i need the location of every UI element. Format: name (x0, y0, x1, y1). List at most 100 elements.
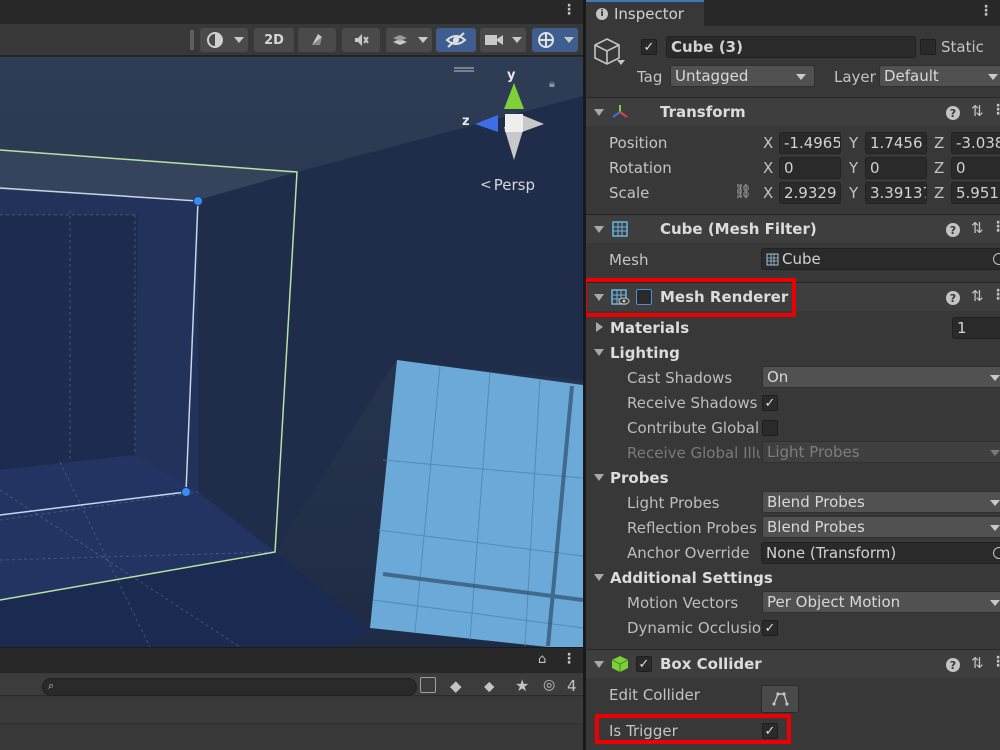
position-x-field[interactable]: -1.4965 (779, 132, 841, 154)
more-options-icon[interactable]: ⋮ (562, 2, 576, 18)
anchor-override-field[interactable]: None (Transform) (761, 542, 1000, 564)
scene-viewport[interactable]: 🔒︎ y z < Persp (0, 57, 583, 647)
object-picker-icon[interactable] (993, 253, 1000, 265)
light-probes-dropdown[interactable]: Blend Probes (762, 491, 1000, 513)
scene-visibility-button[interactable] (436, 28, 476, 52)
transform-icon (612, 105, 628, 118)
audio-toggle-button[interactable] (342, 28, 380, 52)
object-picker-icon[interactable] (993, 547, 1000, 559)
object-name-field[interactable]: Cube (3) (666, 36, 916, 58)
motion-vectors-label: Motion Vectors (627, 594, 739, 612)
effects-toggle-button[interactable] (386, 28, 414, 52)
presets-icon[interactable]: ⇅ (971, 287, 984, 305)
lighting-label[interactable]: Lighting (610, 344, 680, 362)
scene-view-panel: ⋮ 2D 🔒︎ y z < Persp ⌂ ⋮ ⌕ ◆ ⬥ ★ ◎ 4 (0, 0, 583, 750)
additional-settings-label[interactable]: Additional Settings (610, 569, 773, 587)
rotation-x-label[interactable]: X (763, 159, 773, 177)
mesh-object-field[interactable]: Cube (761, 248, 1000, 270)
transform-foldout-icon[interactable] (594, 109, 604, 116)
transform-header[interactable]: Transform ? ⇅ ⋮ (586, 97, 1000, 126)
more-options-icon[interactable]: ⋮ (991, 287, 1000, 303)
filter-by-label-icon[interactable]: ⬥ (484, 677, 495, 695)
materials-foldout-icon[interactable] (596, 322, 603, 332)
tab-inspector[interactable]: i Inspector (586, 0, 704, 26)
more-options-icon[interactable]: ⋮ (991, 102, 1000, 118)
search-input[interactable]: ⌕ (42, 678, 417, 696)
more-options-icon[interactable]: ⋮ (991, 654, 1000, 670)
rotation-z-label[interactable]: Z (934, 159, 944, 177)
rotation-x-field[interactable]: 0 (779, 157, 841, 179)
rotation-y-field[interactable]: 0 (865, 157, 927, 179)
scale-z-label[interactable]: Z (934, 184, 944, 202)
more-options-icon[interactable]: ⋮ (979, 3, 993, 19)
lighting-toggle-button[interactable] (298, 28, 336, 52)
mesh-filter-header[interactable]: Cube (Mesh Filter) ? ⇅ ⋮ (586, 214, 1000, 243)
scale-y-field[interactable]: 3.39137 (865, 182, 927, 204)
draw-mode-dropdown[interactable] (230, 28, 248, 52)
presets-icon[interactable]: ⇅ (971, 102, 984, 120)
gizmo-z-label: z (462, 114, 470, 129)
scale-x-label[interactable]: X (763, 184, 773, 202)
draw-mode-button[interactable] (200, 28, 230, 52)
perspective-toggle[interactable]: < Persp (480, 176, 535, 194)
list-item[interactable] (0, 700, 583, 724)
more-options-icon[interactable]: ⋮ (991, 219, 1000, 235)
additional-settings-foldout-icon[interactable] (594, 574, 604, 581)
help-icon[interactable]: ? (946, 223, 960, 237)
camera-icon (485, 35, 503, 45)
camera-button[interactable] (480, 28, 508, 52)
search-by-type-icon[interactable] (420, 677, 436, 693)
receive-shadows-checkbox[interactable]: ✓ (762, 395, 778, 411)
mesh-filter-foldout-icon[interactable] (594, 226, 604, 233)
camera-dropdown[interactable] (508, 28, 526, 52)
materials-count-field[interactable]: 1 (952, 317, 1000, 339)
tag-dropdown[interactable]: Untagged (670, 65, 815, 87)
more-options-icon[interactable]: ⋮ (562, 651, 576, 667)
constrain-proportions-link-icon[interactable]: ⛓ (734, 184, 752, 200)
box-collider-enabled-checkbox[interactable]: ✓ (636, 656, 652, 672)
dynamic-occlusion-checkbox[interactable]: ✓ (762, 620, 778, 636)
probes-label[interactable]: Probes (610, 469, 669, 487)
lock-icon[interactable]: ⌂ (538, 652, 546, 667)
box-collider-foldout-icon[interactable] (594, 661, 604, 668)
toggle-2d-button[interactable]: 2D (254, 28, 294, 52)
position-z-label[interactable]: Z (934, 134, 944, 152)
position-x-label[interactable]: X (763, 134, 773, 152)
help-icon[interactable]: ? (946, 658, 960, 672)
contribute-gi-checkbox[interactable] (762, 420, 778, 436)
help-icon[interactable]: ? (946, 291, 960, 305)
scale-z-field[interactable]: 5.9510 (951, 182, 1000, 204)
motion-vectors-dropdown[interactable]: Per Object Motion (762, 591, 1000, 613)
favorites-star-icon[interactable]: ★ (515, 676, 529, 695)
object-active-checkbox[interactable]: ✓ (641, 39, 657, 55)
cast-shadows-dropdown[interactable]: On (762, 366, 1000, 388)
reflection-probes-dropdown[interactable]: Blend Probes (762, 516, 1000, 538)
position-y-field[interactable]: 1.7456 (865, 132, 927, 154)
static-checkbox[interactable] (920, 39, 936, 55)
scale-x-field[interactable]: 2.9329 (779, 182, 841, 204)
materials-label[interactable]: Materials (610, 319, 689, 337)
presets-icon[interactable]: ⇅ (971, 219, 984, 237)
gizmos-button[interactable] (532, 28, 560, 52)
layer-dropdown[interactable]: Default (879, 65, 1000, 87)
filter-by-type-icon[interactable]: ◆ (450, 677, 462, 695)
gizmos-dropdown[interactable] (560, 28, 578, 52)
lighting-foldout-icon[interactable] (594, 349, 604, 356)
hidden-packages-icon[interactable]: ◎ (543, 677, 555, 693)
position-z-field[interactable]: -3.038 (951, 132, 1000, 154)
effects-dropdown[interactable] (414, 28, 432, 52)
light-probes-label: Light Probes (627, 494, 720, 512)
edit-collider-button[interactable] (761, 685, 799, 713)
position-y-label[interactable]: Y (849, 134, 858, 152)
orientation-gizmo[interactable] (470, 76, 560, 166)
scale-y-label[interactable]: Y (849, 184, 858, 202)
scene-tab-bar: ⋮ (0, 0, 583, 24)
presets-icon[interactable]: ⇅ (971, 654, 984, 672)
help-icon[interactable]: ? (946, 106, 960, 120)
view-menu-handle[interactable] (454, 67, 474, 72)
rotation-z-field[interactable]: 0 (951, 157, 1000, 179)
object-icon-dropdown[interactable] (617, 60, 625, 65)
rotation-y-label[interactable]: Y (849, 159, 858, 177)
box-collider-header[interactable]: ✓ Box Collider ? ⇅ ⋮ (586, 649, 1000, 678)
probes-foldout-icon[interactable] (594, 474, 604, 481)
